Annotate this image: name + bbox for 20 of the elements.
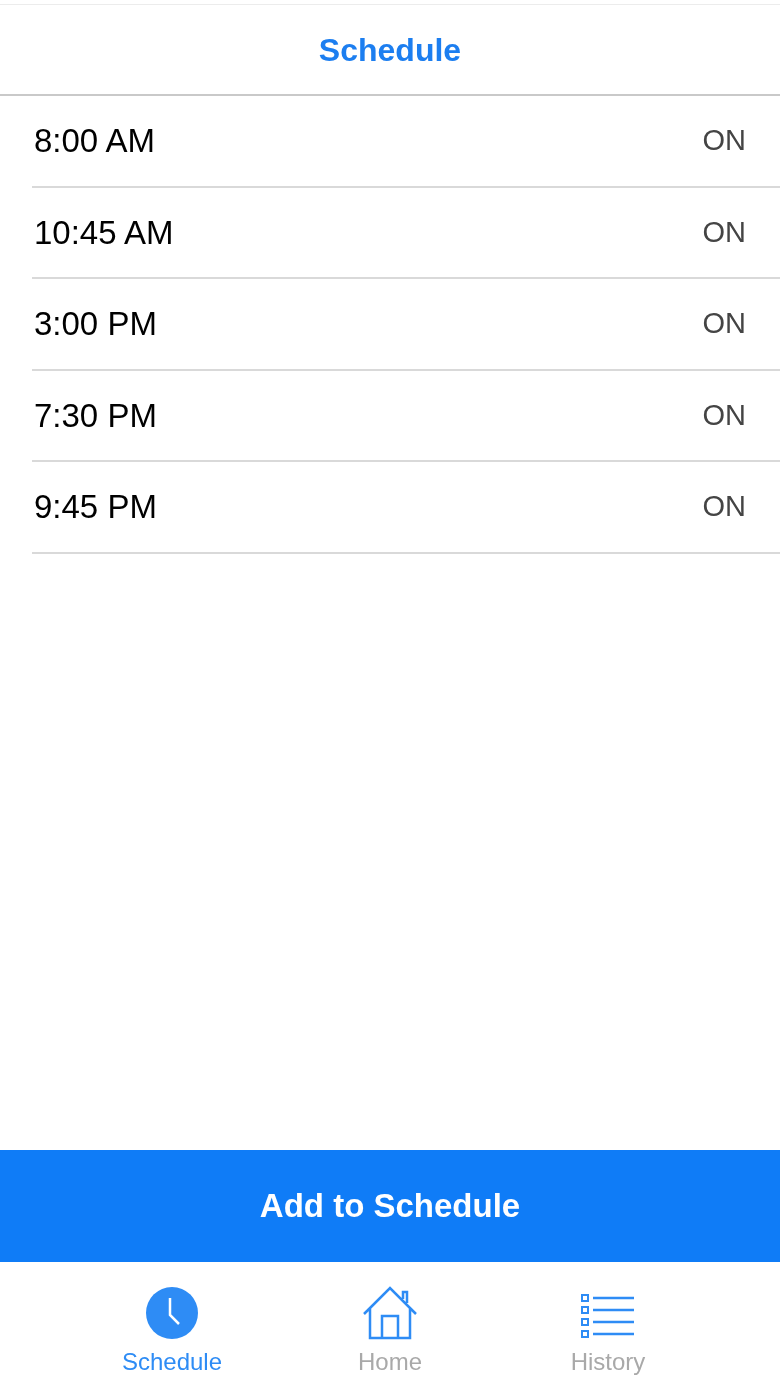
header-title: Schedule [318, 30, 462, 70]
schedule-row[interactable]: 10:45 AM ON [32, 187, 780, 279]
schedule-time: 7:30 PM [33, 395, 157, 436]
schedule-status: ON [702, 123, 746, 158]
schedule-time: 8:00 AM [33, 121, 156, 161]
schedule-status: ON [702, 306, 746, 341]
list-icon [581, 1294, 635, 1340]
schedule-time: 10:45 AM [33, 212, 174, 253]
schedule-row[interactable]: 8:00 AM ON [32, 96, 780, 188]
clock-icon [145, 1286, 199, 1340]
schedule-row[interactable]: 9:45 PM ON [32, 462, 780, 554]
schedule-status: ON [702, 397, 746, 433]
house-icon [362, 1286, 418, 1340]
schedule-status: ON [702, 214, 746, 250]
schedule-row[interactable]: 3:00 PM ON [32, 279, 780, 371]
schedule-row[interactable]: 7:30 PM ON [32, 370, 780, 462]
schedule-status: ON [702, 489, 746, 524]
schedule-time: 9:45 PM [33, 487, 157, 527]
schedule-time: 3:00 PM [33, 304, 157, 344]
add-to-schedule-button[interactable]: Add to Schedule [0, 1150, 780, 1262]
